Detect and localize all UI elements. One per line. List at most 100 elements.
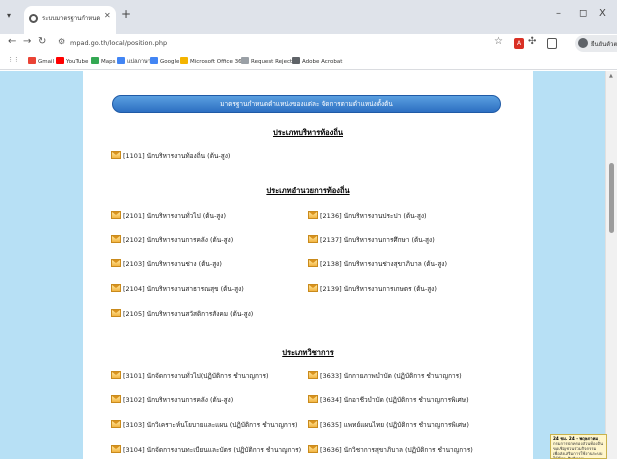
bookmark-youtube[interactable]: YouTube xyxy=(56,57,88,65)
notification-popup[interactable]: 24 ชม. 24 - พฤษภาคม กรมการปกครองส่วนท้อง… xyxy=(550,434,607,459)
notice-body: กรมการปกครองส่วนท้องถิ่นขอเชิญชวนร่วมกิจ… xyxy=(553,441,603,459)
bookmark-translate[interactable]: แปลภาษา xyxy=(117,57,151,66)
profile-name: ยืนยันตัวตน xyxy=(591,41,617,48)
envelope-icon xyxy=(111,445,121,453)
position-link[interactable]: [2102] นักบริหารงานการคลัง (ต้น-สูง) xyxy=(111,235,233,247)
bookmark-label: Gmail xyxy=(38,59,55,65)
envelope-icon xyxy=(111,309,121,317)
bookmark-star-icon[interactable]: ☆ xyxy=(494,36,503,47)
scroll-thumb[interactable] xyxy=(609,163,614,233)
envelope-icon xyxy=(308,371,318,379)
position-label: [3633] นักกายภาพบำบัด (ปฏิบัติการ ชำนาญก… xyxy=(320,372,462,380)
envelope-icon xyxy=(308,445,318,453)
minimize-button[interactable]: – xyxy=(556,8,561,19)
position-label: [2102] นักบริหารงานการคลัง (ต้น-สูง) xyxy=(123,236,234,244)
gmail-icon xyxy=(28,57,36,64)
address-bar: ← → ↻ ⚙ mpad.go.th/local/position.php ☆ … xyxy=(0,34,617,53)
position-link[interactable]: [3634] นักอาชีวบำบัด (ปฏิบัติการ ชำนาญกา… xyxy=(308,395,469,407)
position-label: [2139] นักบริหารงานการเกษตร (ต้น-สูง) xyxy=(320,285,437,293)
position-label: [2101] นักบริหารงานทั่วไป (ต้น-สูง) xyxy=(123,212,226,220)
envelope-icon xyxy=(111,151,121,159)
bookmark-label: Maps xyxy=(101,59,116,65)
position-link[interactable]: [2136] นักบริหารงานประปา (ต้น-สูง) xyxy=(308,211,427,223)
maps-icon xyxy=(91,57,99,64)
restore-button[interactable]: ◻ xyxy=(579,8,587,19)
bookmark-adobe[interactable]: Adobe Acrobat xyxy=(292,57,342,65)
position-link[interactable]: [1101] นักบริหารงานท้องถิ่น (ต้น-สูง) xyxy=(111,151,230,163)
avatar xyxy=(578,38,588,48)
envelope-icon xyxy=(308,235,318,243)
envelope-icon xyxy=(111,259,121,267)
position-label: [1101] นักบริหารงานท้องถิ่น (ต้น-สูง) xyxy=(123,152,231,160)
google-icon xyxy=(150,57,158,64)
bookmark-google[interactable]: Google xyxy=(150,57,179,65)
position-link[interactable]: [2137] นักบริหารงานการศึกษา (ต้น-สูง) xyxy=(308,235,435,247)
apps-icon[interactable]: ⋮⋮ xyxy=(8,57,19,63)
extensions-icon[interactable]: ✣ xyxy=(528,36,536,47)
content-panel: มาตรฐานกำหนดตำแหน่งของแต่ละ จัดการตามตำแ… xyxy=(83,71,533,459)
envelope-icon xyxy=(111,371,121,379)
position-label: [2138] นักบริหารงานช่างสุขาภิบาล (ต้น-สู… xyxy=(320,260,447,268)
position-label: [3101] นักจัดการงานทั่วไป(ปฏิบัติการ ชำน… xyxy=(123,372,269,380)
section-title-academic: ประเภทวิชาการ xyxy=(282,348,334,357)
position-label: [2105] นักบริหารงานสวัสดิการสังคม (ต้น-ส… xyxy=(123,310,254,318)
position-link[interactable]: [3102] นักบริหารงานการคลัง (ต้น-สูง) xyxy=(111,395,233,407)
pdf-extension-icon[interactable]: A xyxy=(514,38,524,49)
position-link[interactable]: [3101] นักจัดการงานทั่วไป(ปฏิบัติการ ชำน… xyxy=(111,371,269,383)
position-link[interactable]: [3635] แพทย์แผนไทย (ปฏิบัติการ ชำนาญการพ… xyxy=(308,420,469,432)
globe-icon xyxy=(292,57,300,64)
position-link[interactable]: [2103] นักบริหารงานช่าง (ต้น-สูง) xyxy=(111,259,222,271)
envelope-icon xyxy=(308,211,318,219)
site-info-icon[interactable]: ⚙ xyxy=(58,37,65,46)
position-label: [3104] นักจัดการงานทะเบียนและบัตร (ปฏิบั… xyxy=(123,446,302,454)
envelope-icon xyxy=(111,235,121,243)
url-text[interactable]: mpad.go.th/local/position.php xyxy=(70,39,167,47)
scroll-up-arrow-icon[interactable]: ▲ xyxy=(609,73,613,79)
position-label: [3634] นักอาชีวบำบัด (ปฏิบัติการ ชำนาญกา… xyxy=(320,396,469,404)
position-link[interactable]: [2138] นักบริหารงานช่างสุขาภิบาล (ต้น-สู… xyxy=(308,259,447,271)
position-link[interactable]: [3636] นักวิชาการสุขาภิบาล (ปฏิบัติการ ช… xyxy=(308,445,473,457)
bookmarks-bar: ⋮⋮ Gmail YouTube Maps แปลภาษา Google Mic… xyxy=(0,53,617,70)
tab-active[interactable]: ระบบมาตรฐานกำหนดตำแหน่ง - จัดการ ✕ xyxy=(24,6,116,34)
envelope-icon xyxy=(111,284,121,292)
position-label: [3636] นักวิชาการสุขาภิบาล (ปฏิบัติการ ช… xyxy=(320,446,473,454)
bookmark-office[interactable]: Microsoft Office 36... xyxy=(180,57,247,65)
position-link[interactable]: [2101] นักบริหารงานทั่วไป (ต้น-สูง) xyxy=(111,211,226,223)
envelope-icon xyxy=(111,395,121,403)
envelope-icon xyxy=(111,211,121,219)
position-link[interactable]: [2104] นักบริหารงานสาธารณสุข (ต้น-สูง) xyxy=(111,284,244,296)
page-icon xyxy=(241,57,249,64)
translate-icon xyxy=(117,57,125,64)
bookmark-maps[interactable]: Maps xyxy=(91,57,115,65)
position-link[interactable]: [3104] นักจัดการงานทะเบียนและบัตร (ปฏิบั… xyxy=(111,445,301,457)
url-field[interactable]: ⚙ mpad.go.th/local/position.php xyxy=(52,35,508,52)
section-title-executive: ประเภทบริหารท้องถิ่น xyxy=(272,128,344,137)
forward-icon[interactable]: → xyxy=(23,36,31,47)
position-label: [3103] นักวิเคราะห์นโยบายและแผน (ปฏิบัติ… xyxy=(123,421,298,429)
tab-close-icon[interactable]: ✕ xyxy=(104,11,111,20)
bookmark-gmail[interactable]: Gmail xyxy=(28,57,54,65)
back-icon[interactable]: ← xyxy=(8,36,16,47)
bookmark-label: แปลภาษา xyxy=(127,59,151,65)
envelope-icon xyxy=(308,420,318,428)
position-link[interactable]: [3103] นักวิเคราะห์นโยบายและแผน (ปฏิบัติ… xyxy=(111,420,298,432)
tab-search-icon[interactable]: ▾ xyxy=(7,11,11,20)
envelope-icon xyxy=(308,284,318,292)
profile-button[interactable]: ยืนยันตัวตน xyxy=(575,35,617,52)
position-label: [2103] นักบริหารงานช่าง (ต้น-สูง) xyxy=(123,260,222,268)
reload-icon[interactable]: ↻ xyxy=(38,36,46,47)
side-panel-icon[interactable] xyxy=(547,38,557,49)
position-link[interactable]: [2105] นักบริหารงานสวัสดิการสังคม (ต้น-ส… xyxy=(111,309,253,321)
position-link[interactable]: [3633] นักกายภาพบำบัด (ปฏิบัติการ ชำนาญก… xyxy=(308,371,462,383)
page-scrollbar[interactable]: ▲ xyxy=(605,71,617,459)
bookmark-label: YouTube xyxy=(66,59,89,65)
section-title-management: ประเภทอำนวยการท้องถิ่น xyxy=(266,186,350,195)
position-link[interactable]: [2139] นักบริหารงานการเกษตร (ต้น-สูง) xyxy=(308,284,437,296)
close-window-button[interactable]: X xyxy=(599,8,606,19)
new-tab-button[interactable]: + xyxy=(121,7,131,21)
page-viewport: มาตรฐานกำหนดตำแหน่งของแต่ละ จัดการตามตำแ… xyxy=(0,71,605,459)
bookmark-request[interactable]: Request Rejected xyxy=(241,57,299,65)
envelope-icon xyxy=(308,395,318,403)
position-label: [3102] นักบริหารงานการคลัง (ต้น-สูง) xyxy=(123,396,234,404)
page-title-banner: มาตรฐานกำหนดตำแหน่งของแต่ละ จัดการตามตำแ… xyxy=(112,95,501,113)
